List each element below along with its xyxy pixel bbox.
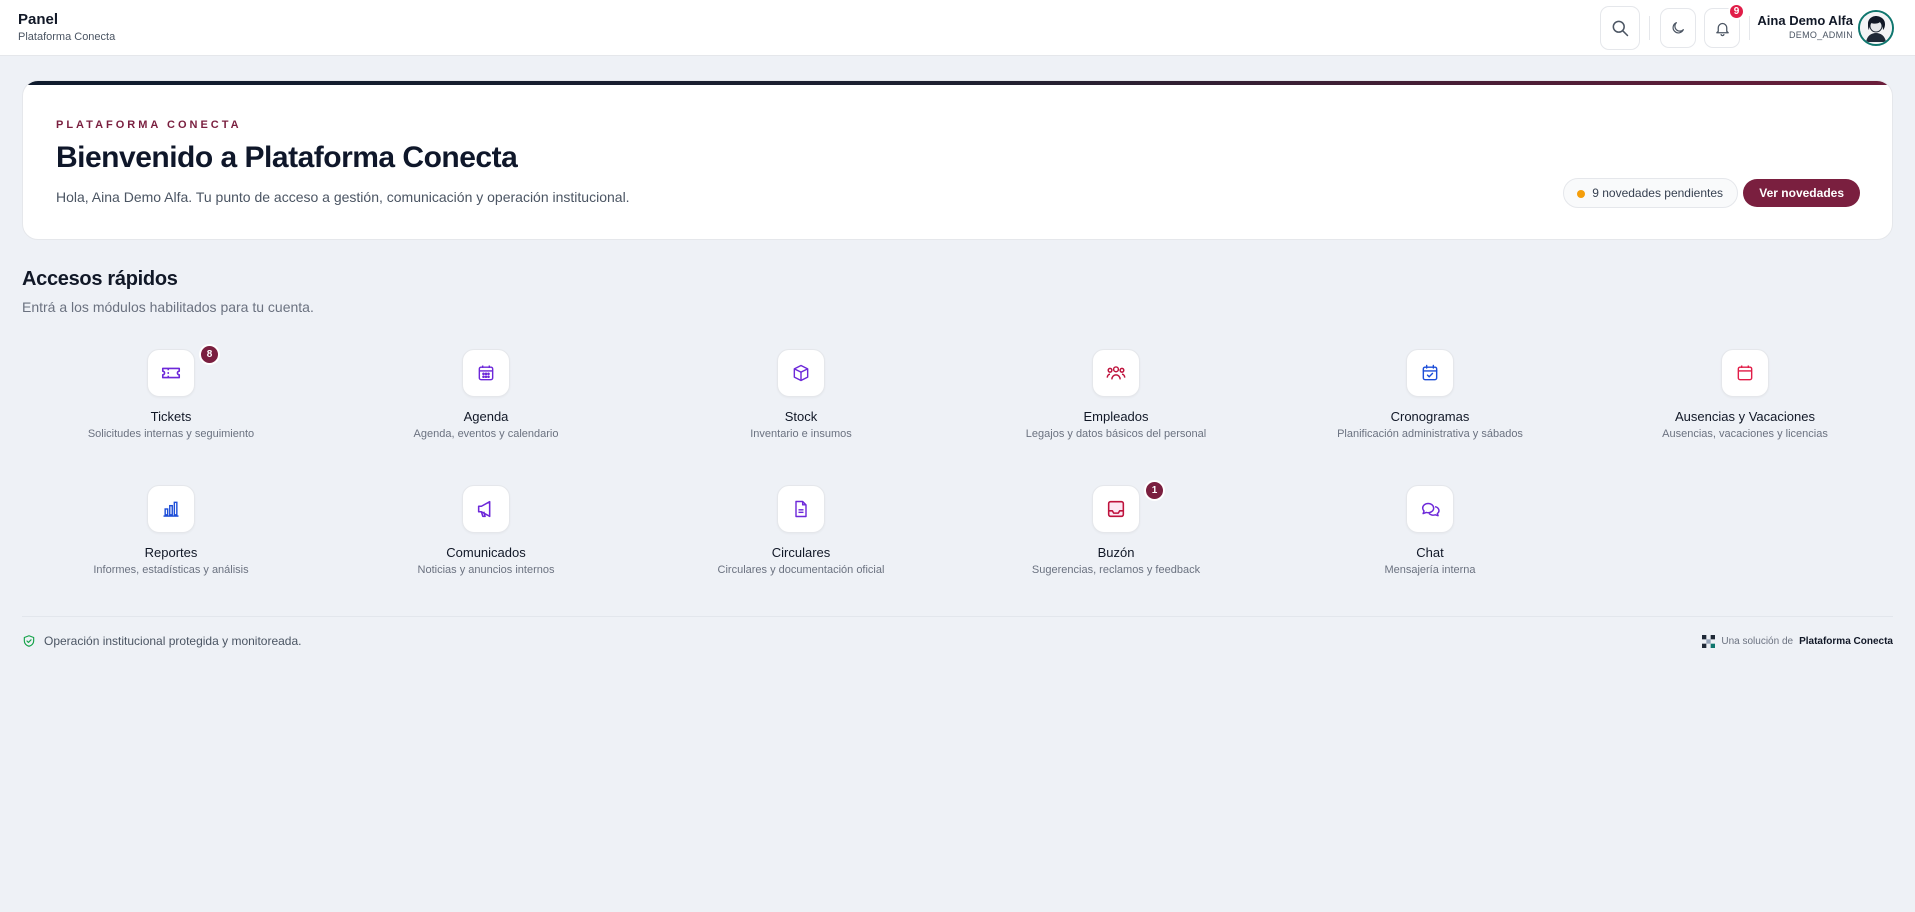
module-description: Agenda, eventos y calendario [413,428,559,440]
search-button[interactable] [1600,6,1640,50]
accent-stripe [23,81,1892,85]
top-bar: Panel Plataforma Conecta 9 Aina Demo Alf… [0,0,1915,56]
status-dot [1577,190,1586,198]
module-tile-tickets[interactable]: 8 Tickets Solicitudes internas y seguimi… [21,344,321,459]
security-status: Operación institucional protegida y moni… [22,634,301,648]
avatar[interactable] [1858,10,1894,46]
module-icon-box [1092,349,1140,397]
box-icon [793,364,809,382]
page-subtitle: Plataforma Conecta [18,31,116,43]
module-description: Informes, estadísticas y análisis [93,564,249,576]
view-news-button[interactable]: Ver novedades [1743,179,1860,207]
divider [1749,16,1750,40]
shield-check-icon [23,635,35,647]
users-icon [1106,366,1126,380]
module-name: Ausencias y Vacaciones [1675,409,1815,424]
credit-brand: Plataforma Conecta [1799,636,1893,647]
module-name: Comunicados [446,545,526,560]
user-menu[interactable]: Aina Demo Alfa DEMO_ADMIN [1757,13,1853,42]
module-badge: 8 [199,344,220,365]
module-name: Cronogramas [1390,409,1470,424]
welcome-card: PLATAFORMA CONECTA Bienvenido a Platafor… [22,80,1893,240]
module-tile-buzon[interactable]: 1 Buzón Sugerencias, reclamos y feedback [966,480,1266,595]
divider [1649,16,1650,40]
megaphone-icon [477,500,491,518]
module-name: Buzón [1097,545,1135,560]
notifications-button[interactable]: 9 [1704,3,1745,48]
module-icon-box [1406,349,1454,397]
module-icon-box [147,349,195,397]
security-status-text: Operación institucional protegida y moni… [44,634,302,648]
module-tile-stock[interactable]: Stock Inventario e insumos [651,349,951,459]
page-header: Panel Plataforma Conecta [18,11,115,45]
module-description: Solicitudes internas y seguimiento [87,428,255,440]
module-name: Chat [1416,545,1444,560]
module-icon-box [462,349,510,397]
module-description: Mensajería interna [1384,564,1476,576]
welcome-greeting: Hola, Aina Demo Alfa. Tu punto de acceso… [56,189,630,205]
welcome-headline: Bienvenido a Plataforma Conecta [56,141,518,174]
ticket-icon [161,367,181,379]
page-title: Panel [18,11,59,28]
pending-news-label: 9 novedades pendientes [1592,186,1723,200]
module-description: Planificación administrativa y sábados [1337,428,1523,440]
inbox-icon [1107,500,1125,518]
user-role: DEMO_ADMIN [1788,30,1853,40]
brand-logo-icon [1702,635,1716,648]
module-description: Legajos y datos básicos del personal [1025,428,1207,440]
module-description: Noticias y anuncios internos [417,564,555,576]
module-icon-box [777,349,825,397]
module-name: Tickets [150,409,192,424]
module-icon-box [1406,485,1454,533]
module-icon-box [777,485,825,533]
module-name: Empleados [1083,409,1149,424]
divider [22,616,1893,617]
module-tile-comunicados[interactable]: Comunicados Noticias y anuncios internos [336,485,636,595]
footer-credit: Una solución de Plataforma Conecta [1702,635,1893,648]
module-description: Ausencias, vacaciones y licencias [1662,428,1828,440]
module-name: Reportes [144,545,198,560]
calendar-icon [1737,365,1753,381]
module-name: Stock [784,409,818,424]
module-icon-box [462,485,510,533]
bar-chart-icon [163,501,179,517]
search-icon [1612,20,1629,37]
module-tile-chat[interactable]: Chat Mensajería interna [1280,485,1580,595]
chat-icon [1421,502,1440,517]
module-badge: 1 [1144,480,1165,501]
module-name: Agenda [463,409,509,424]
module-tile-circulares[interactable]: Circulares Circulares y documentación of… [651,485,951,595]
module-tile-empleados[interactable]: Empleados Legajos y datos básicos del pe… [966,349,1266,459]
module-icon-box [1092,485,1140,533]
module-icon-box [147,485,195,533]
document-icon [795,500,807,518]
credit-prefix: Una solución de [1721,636,1794,647]
welcome-eyebrow: PLATAFORMA CONECTA [56,119,242,131]
module-description: Circulares y documentación oficial [717,564,885,576]
pending-news-badge: 9 novedades pendientes [1563,178,1738,208]
module-tile-cronogramas[interactable]: Cronogramas Planificación administrativa… [1280,349,1580,459]
module-tile-reportes[interactable]: Reportes Informes, estadísticas y anális… [21,485,321,595]
module-name: Circulares [771,545,831,560]
calendar-icon [478,365,494,381]
user-name: Aina Demo Alfa [1757,13,1853,28]
module-icon-box [1721,349,1769,397]
theme-toggle-button[interactable] [1660,8,1696,48]
section-subtitle: Entrá a los módulos habilitados para tu … [22,299,314,315]
bell-icon [1715,22,1729,36]
moon-icon [1672,22,1684,34]
notifications-badge: 9 [1728,3,1745,20]
module-description: Inventario e insumos [750,428,852,440]
section-title: Accesos rápidos [22,268,178,290]
module-tile-ausencias[interactable]: Ausencias y Vacaciones Ausencias, vacaci… [1595,349,1895,459]
module-description: Sugerencias, reclamos y feedback [1031,564,1201,576]
module-tile-agenda[interactable]: Agenda Agenda, eventos y calendario [336,349,636,459]
calendar-check-icon [1422,364,1438,381]
